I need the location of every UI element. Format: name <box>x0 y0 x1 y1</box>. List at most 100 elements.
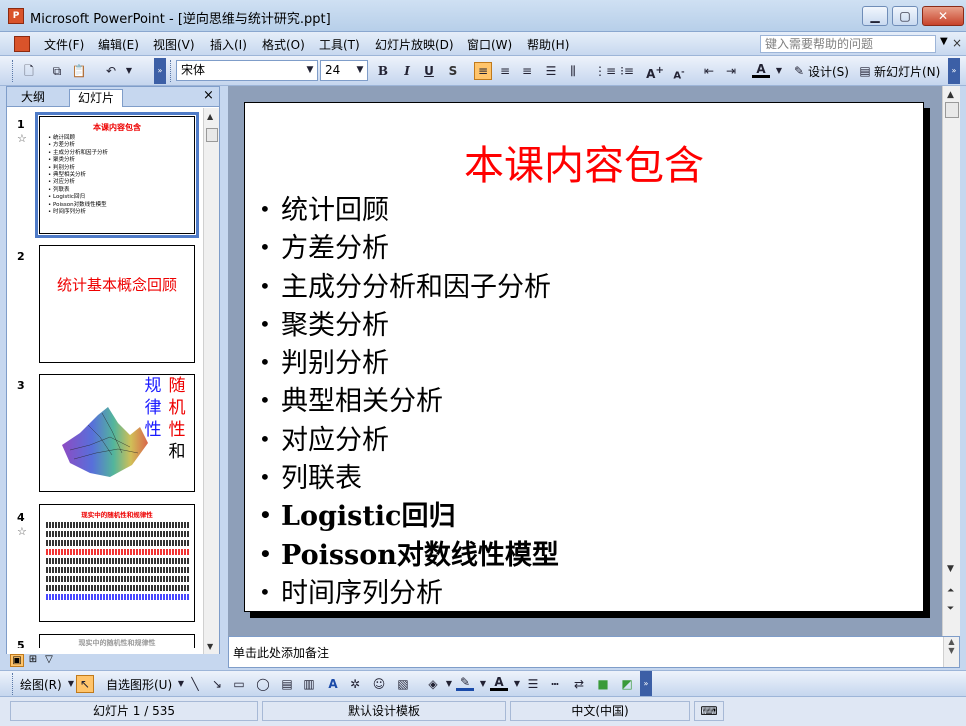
increase-font-icon[interactable]: A+ <box>646 62 664 81</box>
slide-bullet-item[interactable]: • 统计回顾 <box>259 191 559 229</box>
slide-scrollbar[interactable]: ▲ ▼ ⏶ ⏷ <box>942 86 960 636</box>
bold-button[interactable]: B <box>374 62 392 80</box>
slide-thumbnail-5[interactable]: 现实中的随机性和规律性 <box>39 634 195 648</box>
distributed-icon[interactable]: ⫼ <box>564 62 582 80</box>
close-icon[interactable]: × <box>203 88 214 103</box>
decrease-font-icon[interactable]: A- <box>670 62 688 81</box>
toolbar-overflow-icon[interactable]: » <box>640 671 652 697</box>
menu-insert[interactable]: 插入(I) <box>210 36 247 53</box>
normal-view-icon[interactable]: ▣ <box>10 654 24 667</box>
scroll-down-icon[interactable]: ▼ <box>947 564 954 574</box>
menu-tools[interactable]: 工具(T) <box>319 36 360 53</box>
align-center-icon[interactable]: ≡ <box>496 62 514 80</box>
slide-bullet-item[interactable]: • 典型相关分析 <box>259 382 559 420</box>
wordart-icon[interactable]: A <box>324 675 342 693</box>
slide-bullet-item[interactable]: • 对应分析 <box>259 421 559 459</box>
arrow-icon[interactable]: ↘ <box>208 675 226 693</box>
undo-icon[interactable]: ↶ <box>102 62 120 80</box>
slide-bullet-item[interactable]: • Poisson对数线性模型 <box>259 536 559 574</box>
chevron-down-icon[interactable]: ▼ <box>770 62 788 80</box>
chevron-down-icon[interactable]: ▼ <box>303 61 317 80</box>
picture-icon[interactable]: ▧ <box>394 675 412 693</box>
scroll-up-icon[interactable]: ▲ <box>207 112 213 121</box>
clipart-icon[interactable]: ☺ <box>370 675 388 693</box>
vertical-textbox-icon[interactable]: ▥ <box>300 675 318 693</box>
scroll-up-icon[interactable]: ▲ <box>947 90 954 100</box>
toolbar-grip[interactable] <box>12 60 15 82</box>
align-left-icon[interactable]: ≡ <box>474 62 492 80</box>
menu-view[interactable]: 视图(V) <box>153 36 195 53</box>
slide-bullet-item[interactable]: • 时间序列分析 <box>259 574 559 612</box>
notes-placeholder[interactable]: 单击此处添加备注 <box>233 644 329 661</box>
font-name-select[interactable]: 宋体 ▼ <box>176 60 318 81</box>
slide-title[interactable]: 本课内容包含 <box>245 133 923 191</box>
shadow-button[interactable]: S <box>444 62 462 80</box>
maximize-button[interactable]: ▢ <box>892 6 918 26</box>
slide-bullet-item[interactable]: • 聚类分析 <box>259 306 559 344</box>
draw-menu-button[interactable]: 绘图(R) <box>20 676 62 693</box>
notes-scrollbar[interactable]: ▲ ▼ <box>943 637 959 667</box>
toolbar-grip[interactable] <box>170 60 173 82</box>
shadow-style-icon[interactable]: ■ <box>594 675 612 693</box>
doc-close-icon[interactable]: × <box>952 36 962 50</box>
slide-bullet-item[interactable]: • 判别分析 <box>259 344 559 382</box>
slide-thumbnail-1[interactable]: 本课内容包含 • 统计回顾 • 方差分析 • 主成分分析和因子分析 • 聚类分析 • 判… <box>35 112 199 238</box>
tab-outline[interactable]: 大纲 <box>13 89 53 107</box>
document-icon[interactable] <box>14 36 30 52</box>
scroll-thumb[interactable] <box>945 102 959 118</box>
design-button[interactable]: 设计(S) <box>808 63 849 80</box>
bullets-icon[interactable]: ⁝≡ <box>618 62 636 80</box>
new-slide-icon[interactable]: ▤ <box>856 62 874 80</box>
paste-icon[interactable]: 📋 <box>70 62 88 80</box>
3d-style-icon[interactable]: ◩ <box>618 675 636 693</box>
numbering-icon[interactable]: ⋮≡ <box>594 62 616 80</box>
slideshow-view-icon[interactable]: ▽ <box>42 654 56 667</box>
align-right-icon[interactable]: ≡ <box>518 62 536 80</box>
font-color-icon[interactable]: A <box>490 675 508 691</box>
slide-sorter-view-icon[interactable]: ⊞ <box>26 654 40 667</box>
font-size-select[interactable]: 24 ▼ <box>320 60 368 81</box>
toolbar-overflow-icon[interactable]: » <box>154 58 166 84</box>
toolbar-overflow-icon[interactable]: » <box>948 58 960 84</box>
design-template[interactable]: 默认设计模板 <box>262 701 506 721</box>
underline-button[interactable]: U <box>420 62 438 80</box>
slide-bullet-list[interactable]: • 统计回顾 • 方差分析 • 主成分分析和因子分析 • 聚类分析 • 判别分析 • 典型相关分析 • 对… <box>259 191 559 612</box>
undo-dropdown-icon[interactable]: ▼ <box>120 62 138 80</box>
toolbar-grip[interactable] <box>12 673 15 695</box>
slide-thumbnail-4[interactable]: 现实中的随机性和规律性 <box>39 504 195 622</box>
arrow-style-icon[interactable]: ⇄ <box>570 675 588 693</box>
line-color-icon[interactable]: ✎ <box>456 675 474 691</box>
menu-slideshow[interactable]: 幻灯片放映(D) <box>375 36 454 53</box>
next-slide-icon[interactable]: ⏷ <box>947 604 954 614</box>
decrease-indent-icon[interactable]: ⇤ <box>700 62 718 80</box>
design-icon[interactable]: ✎ <box>790 62 808 80</box>
help-search-input[interactable]: 键入需要帮助的问题 <box>760 35 936 53</box>
menu-file[interactable]: 文件(F) <box>44 36 84 53</box>
slide-bullet-item[interactable]: • Logistic回归 <box>259 497 559 535</box>
pane-scrollbar[interactable]: ▲ ▼ <box>203 108 219 656</box>
menu-window[interactable]: 窗口(W) <box>467 36 512 53</box>
oval-icon[interactable]: ◯ <box>254 675 272 693</box>
slide-thumbnail-2[interactable]: 统计基本概念回顾 <box>39 245 195 363</box>
slide-thumbnail-3[interactable]: 规律性 随机性和 <box>39 374 195 492</box>
menu-format[interactable]: 格式(O) <box>262 36 305 53</box>
minimize-button[interactable]: ▁ <box>862 6 888 26</box>
spelling-status-icon[interactable]: ⌨ <box>694 701 724 721</box>
increase-indent-icon[interactable]: ⇥ <box>722 62 740 80</box>
slide-bullet-item[interactable]: • 方差分析 <box>259 229 559 267</box>
menu-edit[interactable]: 编辑(E) <box>98 36 139 53</box>
line-icon[interactable]: ╲ <box>186 675 204 693</box>
menu-help[interactable]: 帮助(H) <box>527 36 569 53</box>
chevron-down-icon[interactable]: ▼ <box>940 36 948 47</box>
justify-icon[interactable]: ☰ <box>542 62 560 80</box>
scroll-thumb[interactable] <box>206 128 218 142</box>
select-pointer-icon[interactable]: ↖ <box>76 675 94 693</box>
new-document-icon[interactable]: 🗋 <box>20 62 38 80</box>
new-slide-button[interactable]: 新幻灯片(N) <box>874 63 940 80</box>
scroll-down-icon[interactable]: ▼ <box>207 642 213 651</box>
autoshapes-menu-button[interactable]: 自选图形(U) <box>106 676 172 693</box>
powerpoint-icon[interactable]: P <box>8 8 24 24</box>
slide-bullet-item[interactable]: • 主成分分析和因子分析 <box>259 268 559 306</box>
diagram-icon[interactable]: ✲ <box>346 675 364 693</box>
italic-button[interactable]: I <box>398 62 416 80</box>
